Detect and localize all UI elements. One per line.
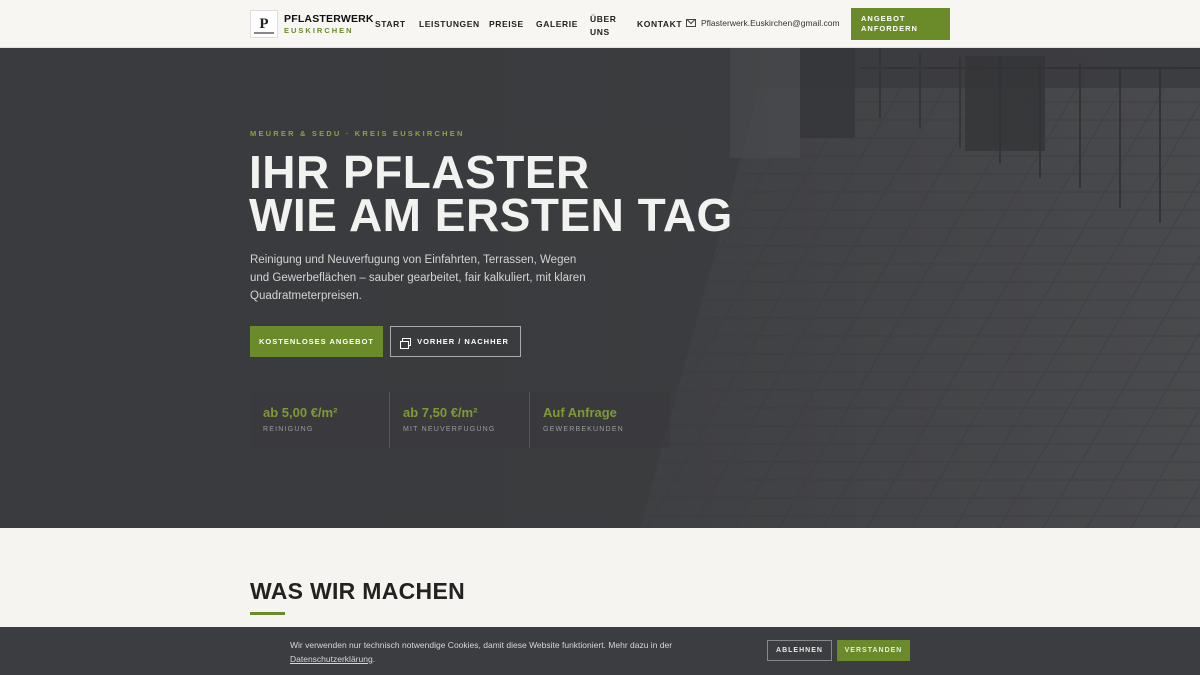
logo-title: PFLASTERWERK — [284, 13, 374, 25]
nav-kontakt[interactable]: KONTAKT — [637, 19, 682, 29]
stat-card: ab 7,50 €/m² MIT NEUVERFUGUNG — [390, 392, 530, 448]
hero-eyebrow: MEURER & SEDU · KREIS EUSKIRCHEN — [250, 129, 465, 138]
cookie-reject-button[interactable]: ABLEHNEN — [767, 640, 832, 661]
hero-headline: IHR PFLASTER WIE AM ERSTEN TAG — [249, 146, 733, 241]
hero-lead: Reinigung und Neuverfugung von Einfahrte… — [250, 254, 586, 302]
before-after-button[interactable]: VORHER / NACHHER — [390, 326, 521, 357]
mail-icon — [686, 19, 696, 27]
stat-card: ab 5,00 €/m² REINIGUNG — [250, 392, 390, 448]
stat-value: ab 5,00 €/m² — [263, 405, 338, 420]
stat-value: ab 7,50 €/m² — [403, 405, 478, 420]
hero-headline-line-1: IHR PFLASTER — [249, 146, 590, 198]
hero-headline-line-2: WIE AM ERSTEN TAG — [249, 189, 733, 241]
cookie-text-suffix: . — [372, 654, 376, 664]
before-after-label: VORHER / NACHHER — [417, 337, 509, 346]
request-offer-button[interactable]: ANGEBOT ANFORDERN — [851, 8, 950, 40]
stat-label: REINIGUNG — [263, 426, 314, 433]
nav-leistungen[interactable]: LEISTUNGEN — [419, 19, 480, 29]
nav-start[interactable]: START — [375, 19, 406, 29]
email-link[interactable]: Pflasterwerk.Euskirchen@gmail.com — [686, 18, 840, 28]
nav-galerie[interactable]: GALERIE — [536, 19, 578, 29]
stat-card: Auf Anfrage GEWERBEKUNDEN — [530, 392, 670, 448]
site-header: P PFLASTERWERK EUSKIRCHEN START LEISTUNG… — [0, 0, 1200, 48]
stat-value: Auf Anfrage — [543, 405, 617, 420]
logo-text: PFLASTERWERK EUSKIRCHEN — [284, 14, 374, 34]
logo-mark-icon: P — [250, 10, 278, 38]
stat-label: GEWERBEKUNDEN — [543, 426, 624, 433]
site-logo[interactable]: P PFLASTERWERK EUSKIRCHEN — [250, 10, 374, 38]
hero-section: MEURER & SEDU · KREIS EUSKIRCHEN IHR PFL… — [0, 48, 1200, 528]
free-offer-button[interactable]: KOSTENLOSES ANGEBOT — [250, 326, 383, 357]
section-title: WAS WIR MACHEN — [250, 578, 466, 604]
gallery-icon — [400, 337, 412, 349]
cookie-accept-button[interactable]: VERSTANDEN — [837, 640, 910, 661]
cookie-banner: Wir verwenden nur technisch notwendige C… — [0, 627, 1200, 675]
nav-ueber-uns[interactable]: ÜBER UNS — [590, 13, 626, 39]
stat-label: MIT NEUVERFUGUNG — [403, 426, 496, 433]
email-text: Pflasterwerk.Euskirchen@gmail.com — [701, 18, 840, 28]
cookie-text: Wir verwenden nur technisch notwendige C… — [290, 638, 710, 666]
privacy-policy-link[interactable]: Datenschutzerklärung — [290, 654, 373, 664]
section-title-underline — [250, 612, 285, 615]
cookie-message: Wir verwenden nur technisch notwendige C… — [290, 640, 673, 650]
logo-subtitle: EUSKIRCHEN — [284, 25, 354, 35]
nav-preise[interactable]: PREISE — [489, 19, 524, 29]
price-stats: ab 5,00 €/m² REINIGUNG ab 7,50 €/m² MIT … — [250, 392, 670, 448]
hero-background-image — [0, 48, 1200, 528]
